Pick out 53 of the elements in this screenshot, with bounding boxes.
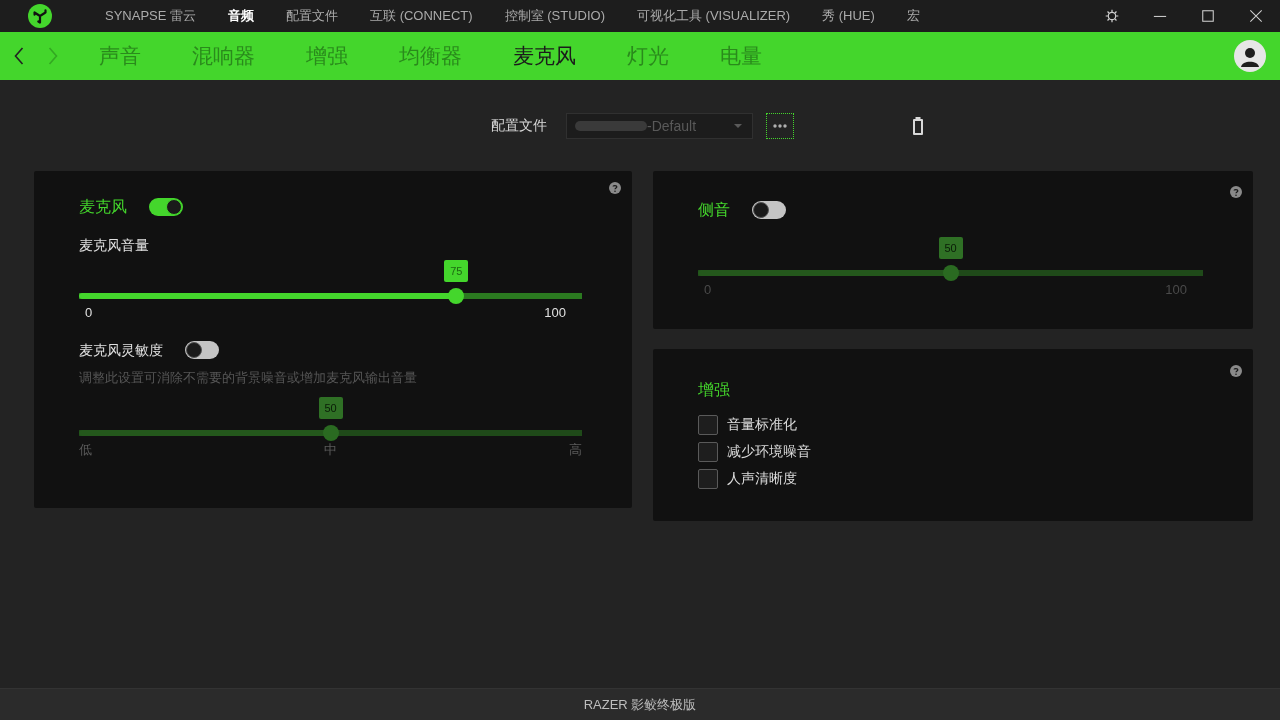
enhancement-title: 增强 <box>698 379 730 400</box>
sensitivity-description: 调整此设置可消除不需要的背景噪音或增加麦克风输出音量 <box>79 369 418 387</box>
scale-label: 低 <box>79 441 92 459</box>
gear-icon <box>1105 9 1119 23</box>
top-nav-item[interactable]: 可视化工具 (VISUALIZER) <box>636 7 791 25</box>
sensitivity-label: 麦克风灵敏度 <box>79 341 163 360</box>
value-bubble: 75 <box>444 260 469 282</box>
more-icon <box>773 124 787 128</box>
close-icon <box>1249 9 1263 23</box>
chevron-right-icon <box>48 47 58 65</box>
toggle-switch[interactable] <box>752 201 786 219</box>
checkbox-label: 减少环境噪音 <box>727 443 811 461</box>
maximize-icon <box>1201 9 1215 23</box>
toggle-switch[interactable] <box>149 198 183 216</box>
volume-label: 麦克风音量 <box>79 236 150 255</box>
top-nav-item[interactable]: 控制室 (STUDIO) <box>504 7 605 25</box>
tab[interactable]: 麦克风 <box>513 42 576 70</box>
value-bubble: 50 <box>938 237 963 259</box>
toggle-switch[interactable] <box>185 341 219 359</box>
more-button[interactable] <box>766 113 794 139</box>
checkbox[interactable] <box>698 469 718 489</box>
scale-label: 中 <box>324 441 337 459</box>
slider-max-label: 100 <box>544 304 566 322</box>
top-nav-item[interactable]: 宏 <box>906 7 920 25</box>
top-nav-item[interactable]: 秀 (HUE) <box>822 7 875 25</box>
slider-min-label: 0 <box>85 304 93 322</box>
top-nav-item[interactable]: SYNAPSE 雷云 <box>105 7 197 25</box>
top-nav-item[interactable]: 音频 <box>228 7 255 25</box>
profile-label: 配置文件 <box>491 117 547 135</box>
checkbox[interactable] <box>698 415 718 435</box>
slider-thumb[interactable] <box>942 265 959 281</box>
user-silhouette-icon[interactable] <box>1234 40 1266 72</box>
top-nav-item[interactable]: 配置文件 <box>286 7 339 25</box>
device-name: RAZER 影鲛终极版 <box>583 695 697 714</box>
top-nav-item[interactable]: 互联 (CONNECT) <box>370 7 473 25</box>
help-icon[interactable] <box>1230 186 1242 198</box>
slider-thumb[interactable] <box>322 425 339 441</box>
sidetone-title: 侧音 <box>698 199 730 220</box>
scale-label: 高 <box>569 441 582 459</box>
battery-icon[interactable] <box>912 117 924 135</box>
help-icon[interactable] <box>1230 365 1242 377</box>
checkbox[interactable] <box>698 442 718 462</box>
chevron-left-icon <box>14 47 24 65</box>
slider-max-label: 100 <box>1165 281 1187 299</box>
slider-thumb[interactable] <box>448 288 465 304</box>
logo-icon[interactable] <box>28 4 52 28</box>
value-bubble: 50 <box>318 397 343 419</box>
checkbox-label: 人声清晰度 <box>727 470 797 488</box>
caret-icon <box>734 124 742 128</box>
checkbox-label: 音量标准化 <box>727 416 797 434</box>
redaction-blur <box>575 121 647 131</box>
microphone-title: 麦克风 <box>79 196 127 217</box>
help-icon[interactable] <box>609 182 621 194</box>
